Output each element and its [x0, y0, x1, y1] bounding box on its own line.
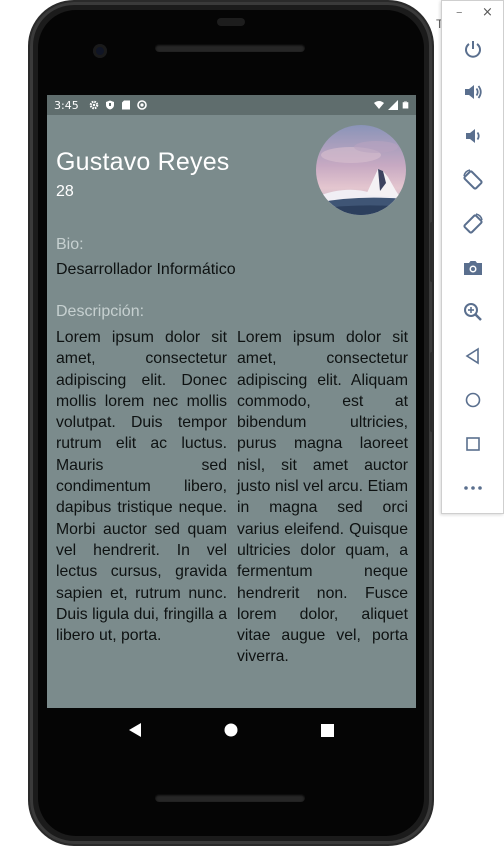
- volume-down-button[interactable]: [462, 125, 484, 147]
- bio-label: Bio:: [56, 236, 84, 253]
- emulator-home-button[interactable]: [462, 389, 484, 411]
- front-camera: [93, 44, 107, 58]
- power-button[interactable]: [462, 38, 484, 60]
- side-volume-key: [430, 352, 434, 432]
- zoom-icon: [464, 303, 482, 321]
- rotate-left-icon: [463, 169, 483, 190]
- home-circle-icon: [224, 723, 238, 737]
- emulator-control-panel: – ×: [441, 0, 504, 514]
- emulator-overview-button[interactable]: [462, 433, 484, 455]
- wifi-icon: [374, 101, 384, 109]
- back-icon: [465, 347, 479, 365]
- camera-icon: [464, 261, 482, 275]
- zoom-button[interactable]: [462, 301, 484, 323]
- emulator-close-button[interactable]: ×: [482, 5, 493, 20]
- emulator-back-button[interactable]: [462, 345, 484, 367]
- side-power-key: [430, 222, 434, 282]
- rotate-right-button[interactable]: [462, 213, 484, 235]
- app-screen: 3:45 Gustavo Reyes 28 Bio: Desarrollador…: [47, 95, 416, 708]
- more-icon: [464, 486, 482, 490]
- no-disturb-icon: [136, 100, 147, 110]
- battery-icon: [402, 101, 409, 109]
- bottom-speaker-grille: [155, 794, 305, 802]
- mountain-landscape-image: [316, 125, 406, 215]
- description-columns: Lorem ipsum dolor sit amet, consectetur …: [56, 327, 408, 668]
- profile-name: Gustavo Reyes: [56, 148, 230, 176]
- profile-age: 28: [56, 183, 74, 200]
- home-icon: [465, 392, 481, 408]
- emulator-minimize-button[interactable]: –: [456, 5, 463, 20]
- earpiece-slot: [217, 18, 245, 26]
- sd-card-icon: [121, 100, 130, 110]
- bio-value: Desarrollador Informático: [56, 261, 236, 278]
- settings-icon: [89, 100, 99, 110]
- description-column-2: Lorem ipsum dolor sit amet, consectetur …: [237, 329, 408, 666]
- volume-up-button[interactable]: [462, 81, 484, 103]
- back-triangle-icon: [129, 723, 142, 737]
- nav-overview-button[interactable]: [318, 720, 338, 740]
- overview-square-icon: [321, 723, 335, 737]
- signal-icon: [388, 100, 398, 110]
- power-icon: [465, 41, 481, 58]
- rotate-left-button[interactable]: [462, 169, 484, 191]
- screenshot-button[interactable]: [462, 257, 484, 279]
- description-column-1: Lorem ipsum dolor sit amet, consectetur …: [56, 329, 227, 645]
- rotate-right-icon: [463, 213, 483, 234]
- nav-back-button[interactable]: [125, 720, 145, 740]
- status-bar: 3:45: [47, 95, 416, 115]
- volume-down-icon: [466, 129, 480, 143]
- top-speaker-grille: [155, 44, 305, 52]
- description-label: Descripción:: [56, 303, 145, 320]
- emulator-more-button[interactable]: [462, 477, 484, 499]
- overview-icon: [466, 437, 480, 451]
- nav-home-button[interactable]: [221, 720, 241, 740]
- profile-avatar: [316, 125, 406, 215]
- volume-up-icon: [465, 85, 482, 99]
- emulator-panel-titlebar: – ×: [442, 1, 503, 29]
- android-nav-bar: [47, 708, 416, 752]
- shield-icon: [105, 100, 114, 110]
- status-time: 3:45: [54, 98, 79, 112]
